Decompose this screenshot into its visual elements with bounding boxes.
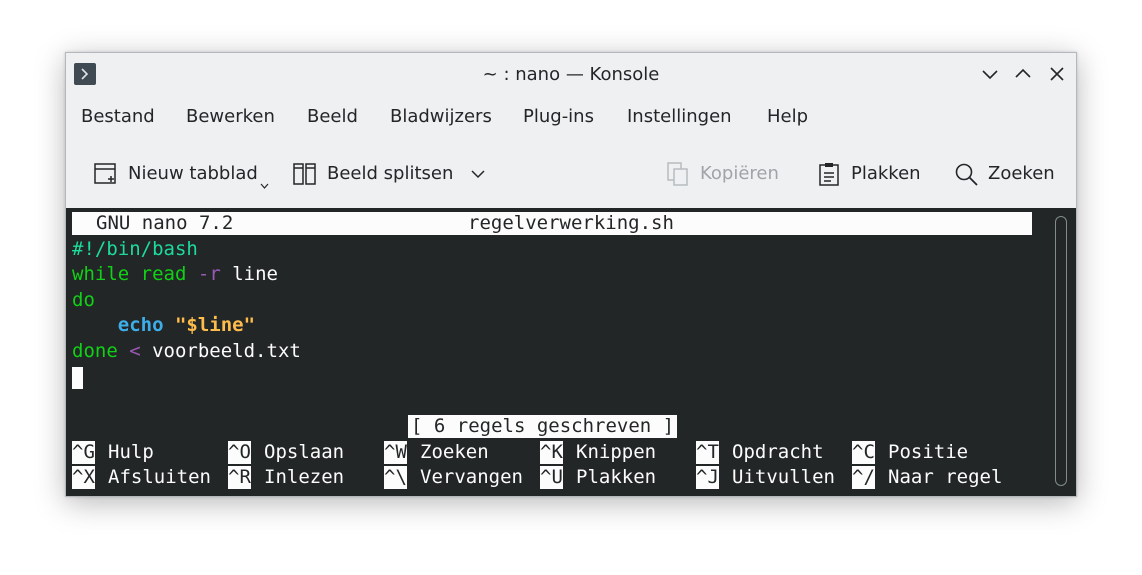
- menu-plug-ins[interactable]: Plug-ins: [523, 106, 594, 127]
- shortcut-key: ^C: [852, 441, 875, 464]
- close-button[interactable]: [1048, 65, 1066, 83]
- code-token: line: [220, 263, 278, 285]
- new-tab-icon: [94, 163, 116, 184]
- minimize-button[interactable]: [981, 65, 999, 83]
- clipboard-icon: [819, 163, 839, 186]
- shortcut-key: ^\: [384, 466, 407, 489]
- chevron-up-icon: [1015, 68, 1031, 78]
- new-tab-label: Nieuw tabblad: [128, 163, 258, 184]
- code-token: done: [72, 340, 118, 362]
- shortcut-label: Zoeken: [420, 441, 489, 463]
- copy-icon: [667, 162, 688, 186]
- shortcut-label: Opslaan: [264, 441, 345, 463]
- menu-bar: Bestand Bewerken Beeld Bladwijzers Plug-…: [66, 99, 1076, 135]
- copy-button[interactable]: Kopiëren: [665, 159, 790, 189]
- terminal-view[interactable]: GNU nano 7.2 regelverwerking.sh #!/bin/b…: [66, 208, 1076, 496]
- search-icon: [955, 163, 978, 186]
- code-token: "$line": [174, 314, 256, 336]
- code-line: #!/bin/bash: [72, 238, 198, 263]
- menu-help[interactable]: Help: [767, 106, 808, 127]
- code-token: echo: [117, 314, 164, 336]
- shortcut-key: ^T: [696, 441, 719, 464]
- nano-version: GNU nano 7.2: [96, 212, 234, 234]
- dropdown-arrow-icon: [260, 183, 269, 189]
- shortcut-label: Naar regel: [888, 466, 1003, 488]
- shortcut-key: ^J: [696, 466, 719, 489]
- title-bar[interactable]: ~ : nano — Konsole: [66, 53, 1076, 95]
- maximize-button[interactable]: [1014, 65, 1032, 83]
- terminal-scrollbar[interactable]: [1055, 216, 1067, 486]
- code-line: echo "$line": [72, 314, 255, 339]
- shortcut-key: ^/: [852, 466, 875, 489]
- paste-button[interactable]: Plakken: [816, 159, 926, 189]
- shortcut-key: ^U: [540, 466, 563, 489]
- code-token: -r: [197, 263, 221, 285]
- code-token: read: [140, 263, 187, 285]
- code-line: done < voorbeeld.txt: [72, 340, 301, 365]
- shortcut-label: Opdracht: [732, 441, 824, 463]
- menu-beeld[interactable]: Beeld: [307, 106, 358, 127]
- code-token: voorbeeld.txt: [140, 340, 301, 362]
- split-view-label: Beeld splitsen: [327, 163, 454, 184]
- chevron-down-icon: [982, 70, 998, 80]
- code-token: while: [72, 263, 130, 285]
- search-label: Zoeken: [988, 163, 1055, 184]
- shortcut-key: ^K: [540, 441, 563, 464]
- shortcut-key: ^X: [72, 466, 95, 489]
- konsole-window: ~ : nano — Konsole Bestand Bewerken Beel…: [65, 52, 1077, 497]
- code-token: #!/bin/bash: [72, 238, 198, 260]
- shortcut-label: Plakken: [576, 466, 657, 488]
- shortcut-key: ^W: [384, 441, 407, 464]
- shortcut-key: ^O: [228, 441, 251, 464]
- code-token: do: [72, 289, 95, 311]
- close-icon: [1050, 67, 1064, 81]
- search-button[interactable]: Zoeken: [953, 159, 1063, 189]
- nano-status-message: [ 6 regels geschreven ]: [408, 415, 678, 438]
- menu-instellingen[interactable]: Instellingen: [627, 106, 732, 127]
- code-token: <: [129, 340, 141, 362]
- chevron-down-icon: [471, 170, 485, 179]
- split-view-button[interactable]: Beeld splitsen: [292, 159, 492, 189]
- shortcut-label: Hulp: [108, 441, 154, 463]
- menu-bewerken[interactable]: Bewerken: [186, 106, 275, 127]
- nano-filename: regelverwerking.sh: [468, 212, 674, 234]
- shortcut-label: Positie: [888, 441, 969, 463]
- shortcut-key: ^G: [72, 441, 95, 464]
- split-view-icon: [293, 163, 316, 185]
- shortcut-label: Afsluiten: [108, 466, 211, 488]
- toolbar: Nieuw tabblad Beeld splitsen Kopiëren Pl…: [66, 151, 1076, 197]
- code-line: do: [72, 289, 95, 314]
- shortcut-label: Knippen: [576, 441, 657, 463]
- text-cursor: [72, 367, 83, 389]
- window-title: ~ : nano — Konsole: [482, 64, 660, 85]
- code-line: while read -r line: [72, 263, 278, 288]
- paste-label: Plakken: [851, 163, 921, 184]
- shortcut-label: Inlezen: [264, 466, 345, 488]
- nano-header-bar: GNU nano 7.2 regelverwerking.sh: [72, 212, 1032, 235]
- shortcut-key: ^R: [228, 466, 251, 489]
- new-tab-button[interactable]: Nieuw tabblad: [93, 159, 273, 189]
- copy-label: Kopiëren: [700, 163, 779, 184]
- shortcut-label: Uitvullen: [732, 466, 835, 488]
- shortcut-label: Vervangen: [420, 466, 523, 488]
- menu-bladwijzers[interactable]: Bladwijzers: [390, 106, 492, 127]
- menu-bestand[interactable]: Bestand: [81, 106, 155, 127]
